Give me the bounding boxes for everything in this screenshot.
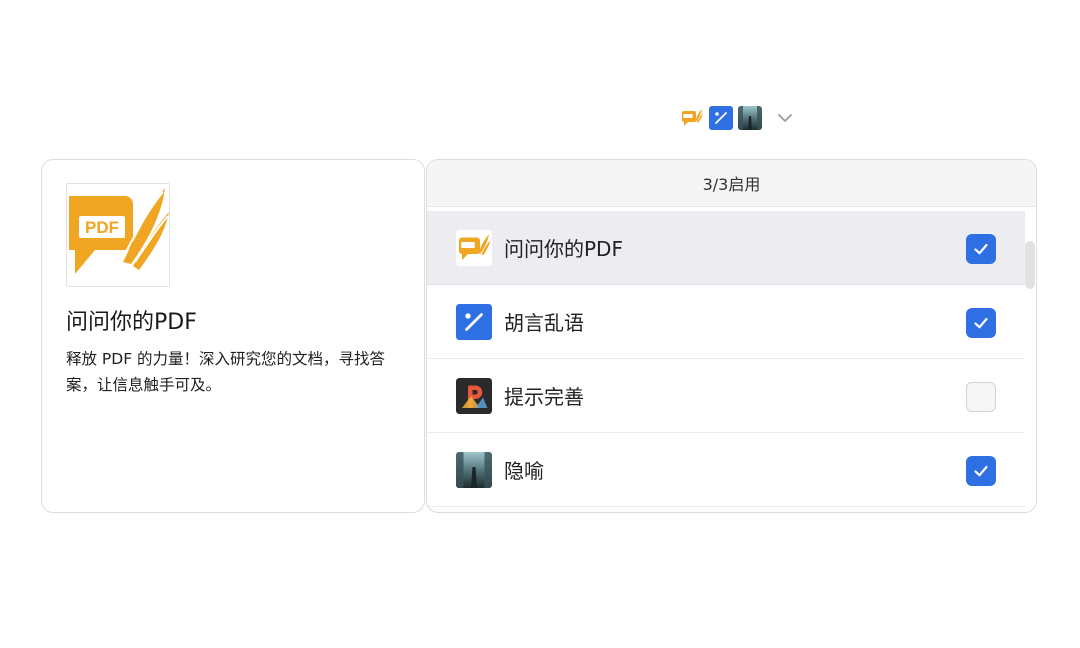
pdf-chat-logo-icon: PDF — [66, 183, 170, 287]
pdf-chat-icon — [456, 229, 492, 266]
metaphor-icon — [738, 106, 762, 130]
plugin-item-label: 胡言乱语 — [504, 311, 584, 335]
scrollbar-thumb[interactable] — [1025, 241, 1035, 289]
enabled-plugins-strip[interactable] — [680, 105, 795, 131]
pdf-chat-icon — [680, 106, 704, 130]
enabled-count-header: 3/3启用 — [427, 160, 1036, 207]
metaphor-icon — [456, 451, 492, 488]
plugin-enable-checkbox[interactable] — [966, 234, 996, 264]
plugin-list-card: 3/3启用 问问你的PDF 胡言乱语 提示完善 隐喻 — [426, 159, 1037, 513]
gibberish-icon — [456, 303, 492, 340]
plugin-item-pdf-chat[interactable]: 问问你的PDF — [427, 211, 1025, 285]
plugin-enable-checkbox[interactable] — [966, 308, 996, 338]
plugin-item-gibberish[interactable]: 胡言乱语 — [427, 285, 1025, 359]
plugin-title: 问问你的PDF — [66, 310, 197, 335]
plugin-enable-checkbox[interactable] — [966, 456, 996, 486]
plugin-selector-screen: PDF 问问你的PDF 释放 PDF 的力量！深入研究您的文档，寻找答案，让信息… — [0, 0, 1080, 648]
plugin-list: 问问你的PDF 胡言乱语 提示完善 隐喻 — [427, 207, 1036, 512]
plugin-item-prompt-perfect[interactable]: 提示完善 — [427, 359, 1025, 433]
plugin-detail-card: PDF 问问你的PDF 释放 PDF 的力量！深入研究您的文档，寻找答案，让信息… — [41, 159, 425, 513]
plugin-description: 释放 PDF 的力量！深入研究您的文档，寻找答案，让信息触手可及。 — [66, 350, 386, 394]
plugin-item-label: 隐喻 — [504, 459, 544, 483]
pdf-logo-text: PDF — [85, 218, 119, 237]
plugin-item-label: 提示完善 — [504, 385, 584, 409]
plugin-enable-checkbox[interactable] — [966, 382, 996, 412]
plugin-item-metaphor[interactable]: 隐喻 — [427, 433, 1025, 507]
prompt-perfect-icon — [456, 377, 492, 414]
gibberish-icon — [709, 106, 733, 130]
plugin-list-scrollbar[interactable] — [1025, 207, 1035, 512]
plugin-item-label: 问问你的PDF — [504, 237, 623, 261]
chevron-down-icon[interactable] — [775, 108, 795, 128]
